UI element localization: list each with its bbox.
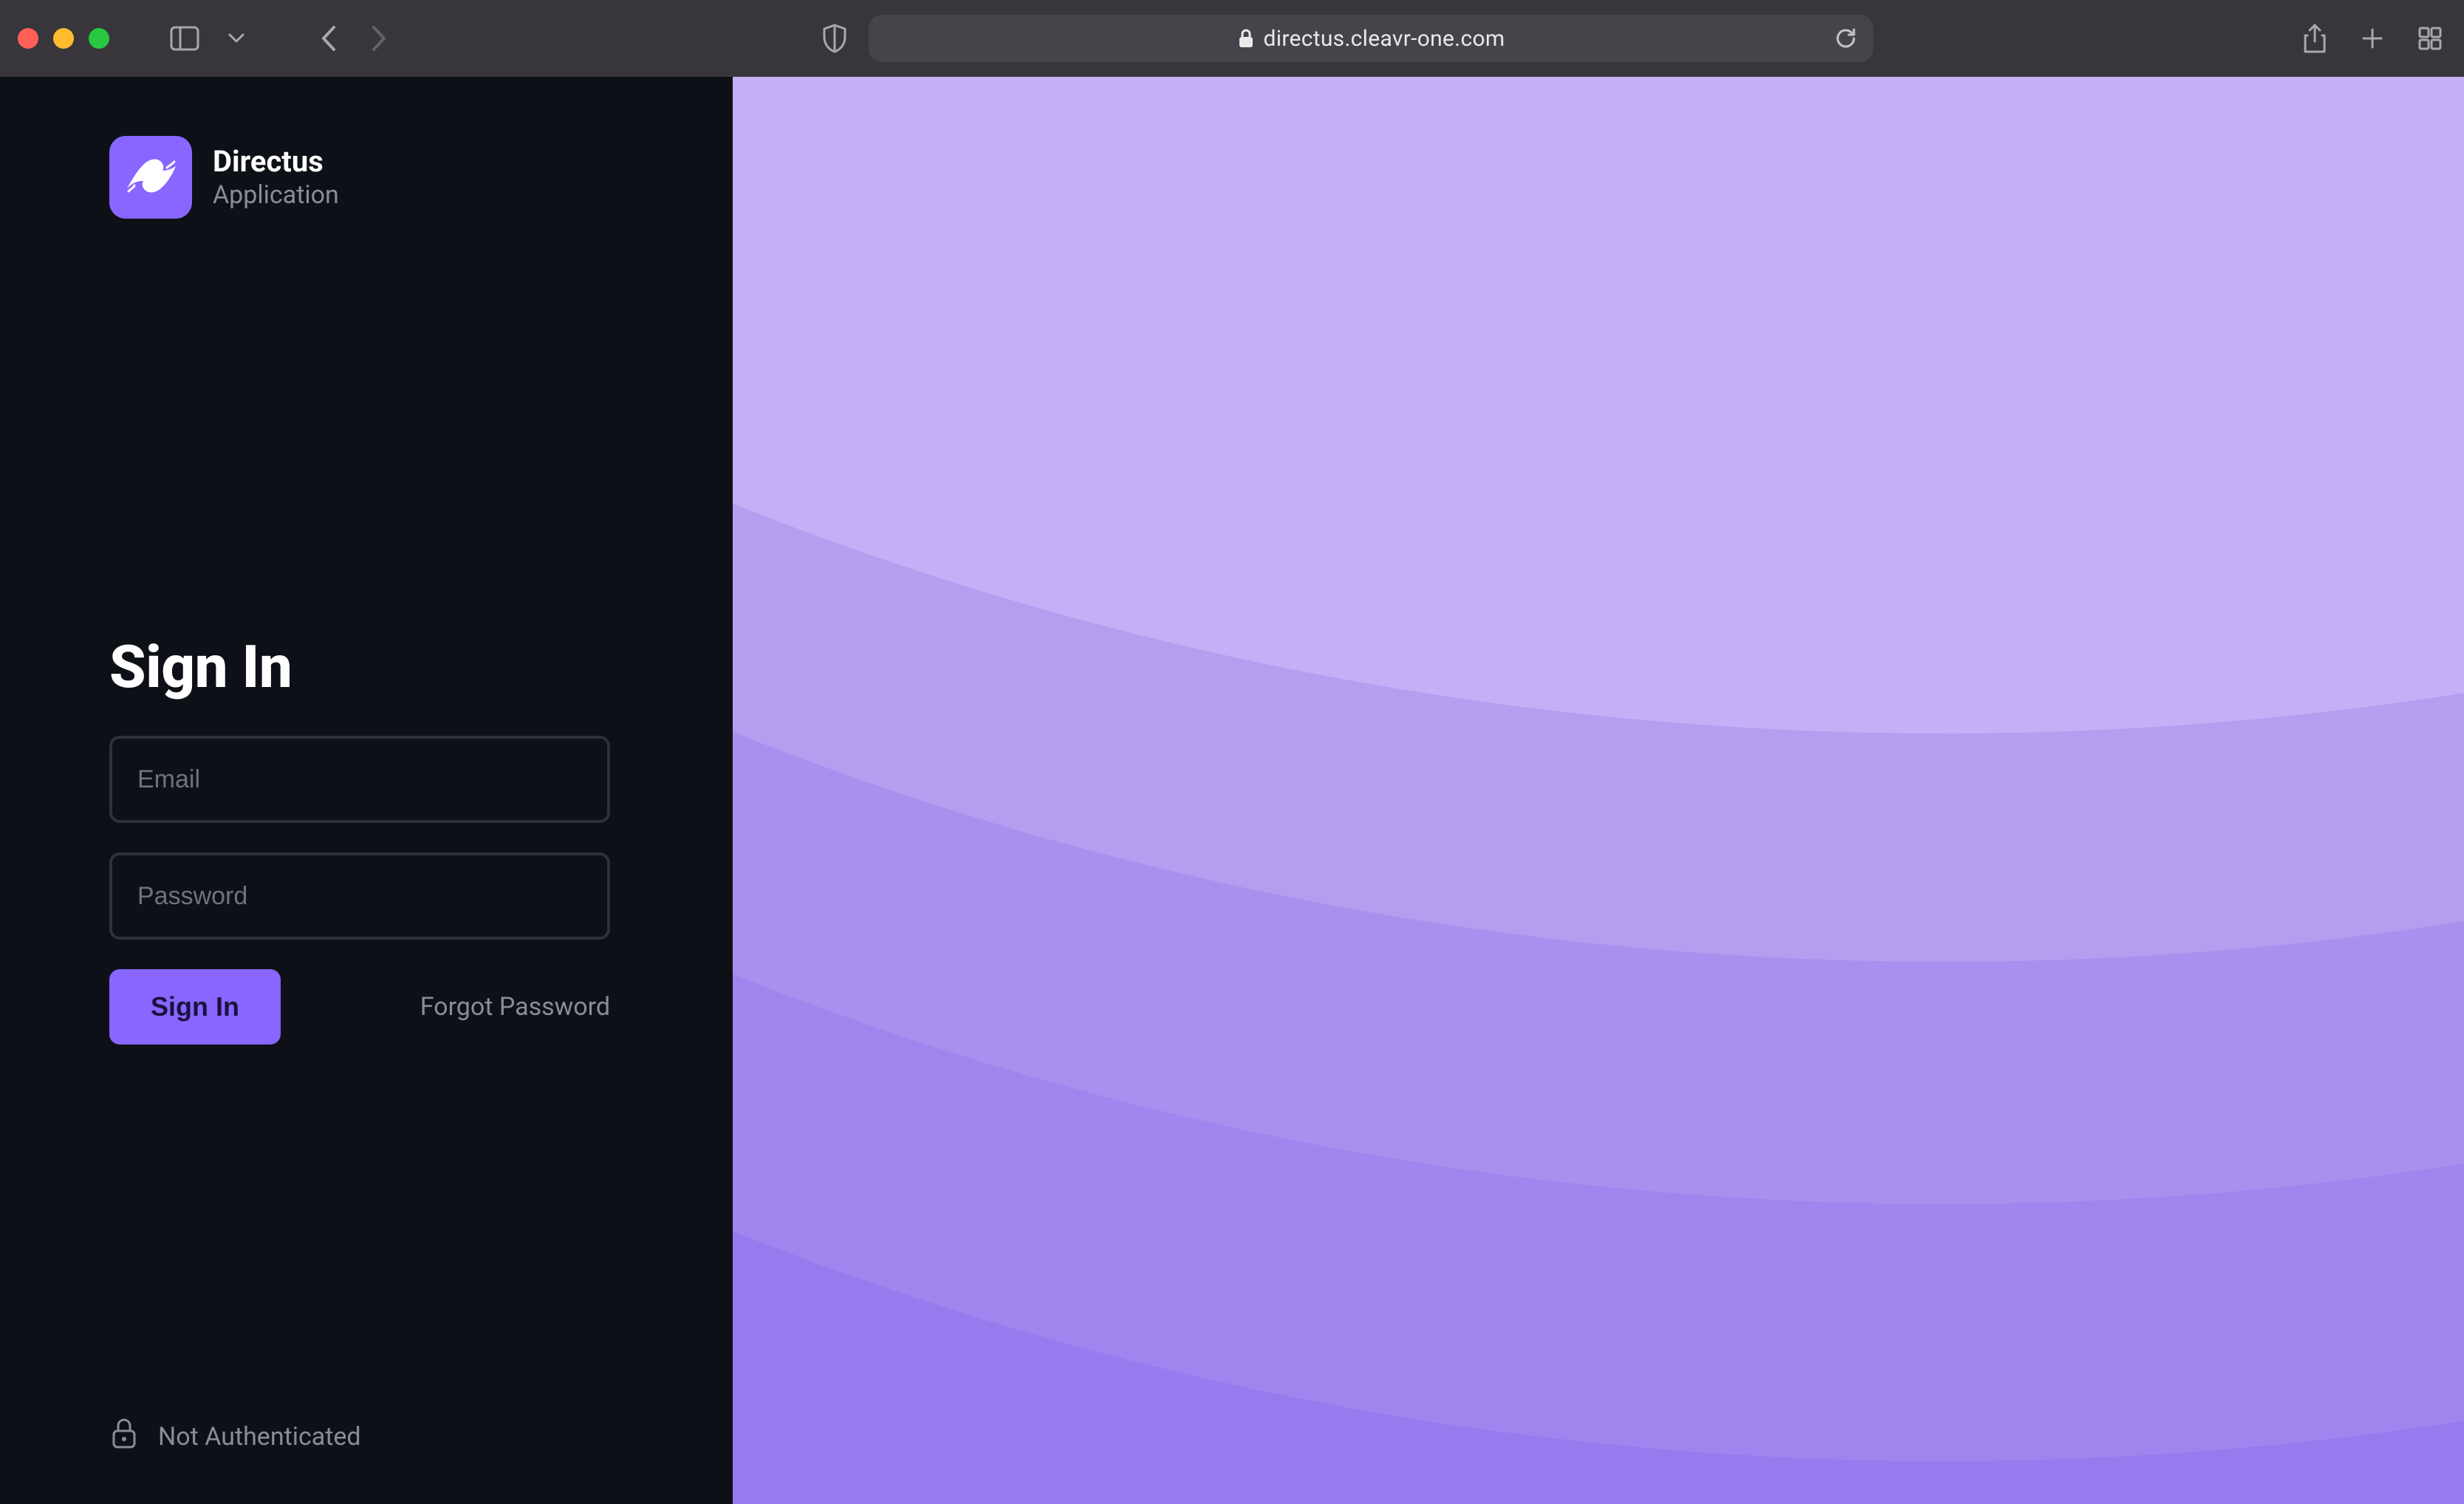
forgot-password-link[interactable]: Forgot Password (420, 992, 610, 1022)
nav-back-button[interactable] (312, 22, 344, 55)
lock-icon (109, 1416, 139, 1457)
new-tab-icon[interactable] (2356, 22, 2389, 55)
email-field[interactable] (137, 765, 582, 794)
window-controls (18, 28, 109, 49)
page-content: Directus Application Sign In Sign In For… (0, 77, 2464, 1504)
auth-panel: Directus Application Sign In Sign In For… (0, 77, 733, 1504)
auth-status-label: Not Authenticated (158, 1422, 361, 1452)
tab-overview-icon[interactable] (2414, 22, 2446, 55)
signin-heading: Sign In (109, 632, 623, 702)
reload-icon[interactable] (1833, 26, 1858, 51)
share-icon[interactable] (2299, 22, 2331, 55)
window-zoom-button[interactable] (89, 28, 109, 49)
decoration-panel (733, 77, 2464, 1504)
address-bar-url: directus.cleavr-one.com (1264, 26, 1505, 52)
sidebar-toggle-icon[interactable] (168, 22, 201, 55)
browser-toolbar: directus.cleavr-one.com (0, 0, 2464, 77)
password-field[interactable] (137, 882, 582, 911)
brand-logo (109, 136, 192, 219)
password-field-wrapper (109, 852, 610, 940)
privacy-shield-icon[interactable] (821, 24, 848, 53)
email-field-wrapper (109, 736, 610, 823)
nav-forward-button[interactable] (363, 22, 396, 55)
window-minimize-button[interactable] (53, 28, 74, 49)
signin-form: Sign In Sign In Forgot Password (109, 632, 623, 1045)
auth-status: Not Authenticated (109, 1416, 361, 1457)
address-bar[interactable]: directus.cleavr-one.com (869, 15, 1873, 62)
brand-subtitle: Application (213, 180, 339, 211)
brand-title: Directus (213, 145, 339, 179)
chevron-down-icon[interactable] (220, 22, 253, 55)
signin-button[interactable]: Sign In (109, 969, 281, 1045)
brand-block: Directus Application (109, 136, 623, 219)
lock-icon (1237, 28, 1255, 49)
window-close-button[interactable] (18, 28, 38, 49)
